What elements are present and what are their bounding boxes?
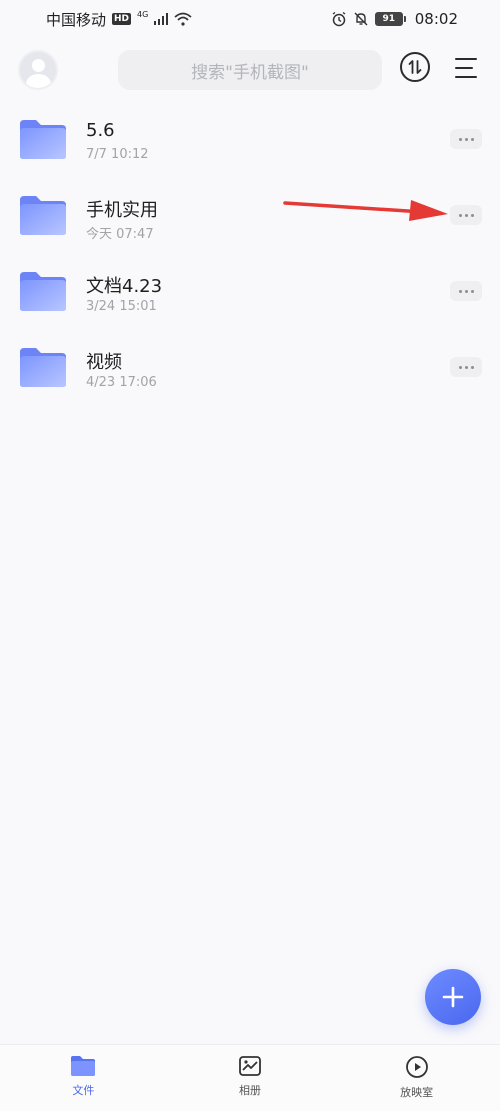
bottom-nav: 文件 相册 放映室: [0, 1044, 500, 1111]
folder-row[interactable]: 文档4.23 3/24 15:01: [0, 252, 500, 328]
more-options-button[interactable]: [450, 129, 482, 149]
menu-line: [455, 76, 477, 78]
folder-name: 视频: [86, 352, 122, 373]
avatar-body: [26, 74, 51, 88]
carrier-label: 中国移动: [46, 10, 107, 29]
nav-label: 放映室: [400, 1086, 434, 1099]
album-icon: [239, 1056, 261, 1076]
status-bar: 中国移动 HD 4G 91 08:02: [0, 0, 500, 38]
status-right: 91 08:02: [331, 10, 458, 28]
folder-date: 7/7 10:12: [86, 147, 149, 162]
nav-theater[interactable]: 放映室: [333, 1045, 500, 1111]
folder-name: 5.6: [86, 120, 115, 141]
nav-album[interactable]: 相册: [167, 1045, 334, 1111]
avatar-head: [32, 59, 45, 72]
alarm-icon: [332, 11, 346, 27]
nav-files[interactable]: 文件: [0, 1045, 167, 1111]
file-list: 5.6 7/7 10:12 手机实用 今天 07:47 文档4.23 3/24 …: [0, 100, 500, 404]
add-button[interactable]: [425, 969, 481, 1025]
nav-label: 相册: [239, 1084, 261, 1097]
search-input[interactable]: 搜索"手机截图": [118, 50, 382, 90]
sort-icon: [408, 60, 422, 74]
more-options-button[interactable]: [450, 281, 482, 301]
hd-badge: HD: [112, 13, 132, 25]
clock: 08:02: [414, 10, 458, 28]
folder-name: 文档4.23: [86, 276, 163, 297]
signal-icon: [154, 13, 169, 25]
search-placeholder: 搜索"手机截图": [191, 62, 309, 83]
folder-icon: [20, 120, 66, 159]
app-header: 搜索"手机截图": [0, 46, 500, 92]
nav-label: 文件: [72, 1084, 95, 1097]
folder-icon: [20, 272, 66, 311]
battery-indicator: 91: [374, 12, 406, 26]
play-icon: [405, 1056, 428, 1078]
menu-line: [455, 67, 473, 69]
menu-button[interactable]: [455, 58, 479, 78]
network-type: 4G: [137, 9, 149, 19]
plus-icon: [442, 986, 464, 1008]
folder-icon: [20, 196, 66, 235]
folder-name: 手机实用: [86, 200, 158, 221]
sort-button[interactable]: [400, 52, 430, 82]
folder-row[interactable]: 视频 4/23 17:06: [0, 328, 500, 404]
avatar[interactable]: [18, 50, 58, 90]
folder-icon: [20, 348, 66, 387]
folder-date: 4/23 17:06: [86, 375, 157, 390]
folder-row[interactable]: 5.6 7/7 10:12: [0, 100, 500, 176]
status-left: 中国移动 HD 4G: [46, 9, 192, 30]
mute-icon: [354, 12, 368, 26]
more-options-button[interactable]: [450, 357, 482, 377]
wifi-icon: [174, 12, 192, 26]
annotation-arrow-icon: [283, 200, 448, 221]
more-options-button[interactable]: [450, 205, 482, 225]
folder-date: 3/24 15:01: [86, 299, 157, 314]
folder-icon: [71, 1056, 96, 1076]
menu-line: [455, 58, 477, 60]
folder-date: 今天 07:47: [86, 227, 154, 242]
